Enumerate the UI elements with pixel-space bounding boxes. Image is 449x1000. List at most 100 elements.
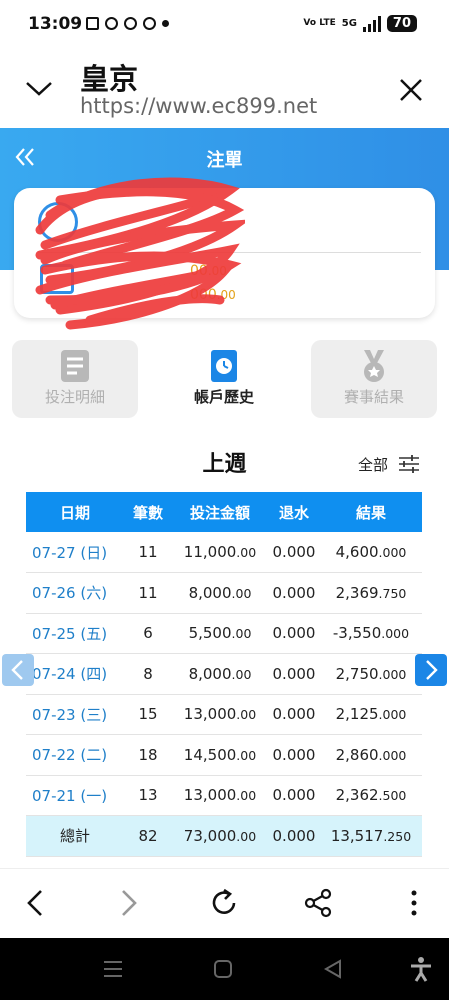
dot-icon: [162, 20, 169, 27]
row-rebate: 0.000: [268, 734, 320, 776]
table-row[interactable]: 07-23 (三) 15 13,000.00 0.000 2,125.000: [26, 694, 422, 735]
browser-bottom-nav: [0, 868, 449, 938]
redaction-scribble: [35, 177, 245, 330]
row-result: 2,369.750: [320, 572, 422, 614]
row-rebate: 0.000: [268, 532, 320, 573]
row-result: 2,362.500: [320, 775, 422, 816]
row-date[interactable]: 07-21 (一): [26, 775, 124, 816]
table-row[interactable]: 07-27 (日) 11 11,000.00 0.000 4,600.000: [26, 532, 422, 573]
col-header-result: 結果: [320, 492, 422, 532]
row-count: 18: [124, 734, 172, 776]
table-row[interactable]: 07-26 (六) 11 8,000.00 0.000 2,369.750: [26, 572, 422, 614]
system-back-icon[interactable]: [320, 956, 346, 982]
total-label: 總計: [26, 815, 124, 857]
row-rebate: 0.000: [268, 775, 320, 816]
row-count: 11: [124, 532, 172, 573]
network-label: 5G: [341, 18, 357, 29]
col-header-amount: 投注金額: [172, 492, 268, 532]
row-date[interactable]: 07-22 (二): [26, 734, 124, 776]
tab-account-history[interactable]: 帳戶歷史: [161, 340, 287, 418]
system-nav-bar: [0, 938, 449, 1000]
row-date[interactable]: 07-23 (三): [26, 694, 124, 735]
row-count: 15: [124, 694, 172, 735]
chrome-notification-icon: [124, 17, 137, 30]
row-result: -3,550.000: [320, 613, 422, 654]
total-count: 82: [124, 815, 172, 857]
row-count: 11: [124, 572, 172, 614]
row-amount: 11,000.00: [172, 532, 268, 573]
history-table: 日期 筆數 投注金額 退水 結果 07-27 (日) 11 11,000.00 …: [26, 492, 422, 857]
row-result: 4,600.000: [320, 532, 422, 573]
row-amount: 8,000.00: [172, 653, 268, 695]
chrome-notification-icon: [143, 17, 156, 30]
chevron-right-icon: [426, 660, 438, 680]
row-count: 13: [124, 775, 172, 816]
tab-bet-details[interactable]: 投注明細: [12, 340, 138, 418]
row-result: 2,125.000: [320, 694, 422, 735]
forward-icon[interactable]: [112, 887, 144, 919]
chevron-down-icon[interactable]: [24, 78, 54, 98]
total-result: 13,517.250: [320, 815, 422, 857]
filter-label[interactable]: 全部: [358, 454, 388, 475]
recents-icon[interactable]: [100, 956, 126, 982]
row-rebate: 0.000: [268, 613, 320, 654]
col-header-count: 筆數: [124, 492, 172, 532]
tab-label: 賽事結果: [343, 388, 404, 406]
back-icon[interactable]: [20, 887, 52, 919]
tab-label: 帳戶歷史: [193, 388, 254, 406]
period-header: 上週 全部: [0, 446, 449, 480]
next-week-button[interactable]: [415, 654, 447, 686]
tab-match-results[interactable]: 賽事結果: [311, 340, 437, 418]
total-amount: 73,000.00: [172, 815, 268, 857]
row-amount: 8,000.00: [172, 572, 268, 614]
row-date[interactable]: 07-26 (六): [26, 572, 124, 614]
tab-label: 投注明細: [44, 388, 105, 406]
total-rebate: 0.000: [268, 815, 320, 857]
status-time: 13:09: [28, 14, 83, 34]
chevron-left-icon: [11, 660, 23, 680]
accessibility-icon[interactable]: [408, 956, 434, 982]
row-rebate: 0.000: [268, 694, 320, 735]
status-right: Vo LTE 5G 70: [303, 15, 417, 32]
total-row: 總計 82 73,000.00 0.000 13,517.250: [26, 815, 422, 857]
row-rebate: 0.000: [268, 653, 320, 695]
table-row[interactable]: 07-25 (五) 6 5,500.00 0.000 -3,550.000: [26, 613, 422, 654]
row-count: 6: [124, 613, 172, 654]
row-date[interactable]: 07-25 (五): [26, 613, 124, 654]
notification-icons: [86, 17, 169, 30]
row-result: 2,860.000: [320, 734, 422, 776]
table-row[interactable]: 07-21 (一) 13 13,000.00 0.000 2,362.500: [26, 775, 422, 816]
filter-sliders-icon[interactable]: [398, 454, 420, 474]
more-vertical-icon[interactable]: [398, 887, 430, 919]
row-date[interactable]: 07-24 (四): [26, 653, 124, 695]
col-header-rebate: 退水: [268, 492, 320, 532]
share-icon[interactable]: [302, 887, 334, 919]
status-bar: 13:09 Vo LTE 5G 70: [0, 0, 449, 50]
previous-week-button[interactable]: [2, 654, 34, 686]
browser-bar: 皇京 https://www.ec899.net: [0, 50, 449, 128]
signal-icon: [362, 15, 381, 32]
volte-label: Vo LTE: [303, 18, 336, 28]
row-count: 8: [124, 653, 172, 695]
reload-icon[interactable]: [208, 887, 240, 919]
site-name: 皇京: [80, 62, 139, 96]
home-icon[interactable]: [210, 956, 236, 982]
battery-icon: 70: [386, 15, 417, 32]
table-row[interactable]: 07-22 (二) 18 14,500.00 0.000 2,860.000: [26, 734, 422, 776]
chrome-notification-icon: [105, 17, 118, 30]
row-amount: 13,000.00: [172, 775, 268, 816]
close-icon[interactable]: [399, 78, 423, 102]
row-date[interactable]: 07-27 (日): [26, 532, 124, 573]
medal-icon: [364, 350, 384, 382]
history-book-icon: [211, 350, 237, 382]
row-amount: 14,500.00: [172, 734, 268, 776]
col-header-date: 日期: [26, 492, 124, 532]
row-amount: 13,000.00: [172, 694, 268, 735]
row-amount: 5,500.00: [172, 613, 268, 654]
tab-bar: 投注明細 帳戶歷史 賽事結果: [12, 340, 437, 418]
file-notification-icon: [86, 17, 99, 30]
table-row[interactable]: 07-24 (四) 8 8,000.00 0.000 2,750.000: [26, 653, 422, 695]
row-rebate: 0.000: [268, 572, 320, 614]
row-result: 2,750.000: [320, 653, 422, 695]
document-icon: [61, 350, 89, 382]
